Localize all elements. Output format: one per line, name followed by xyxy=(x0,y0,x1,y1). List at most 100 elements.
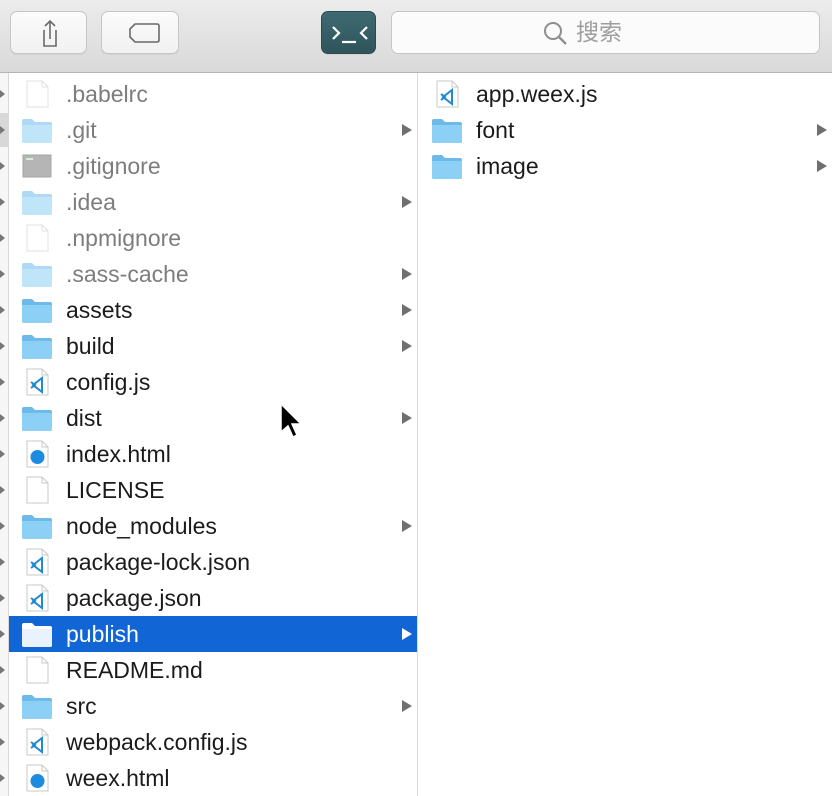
file-row[interactable]: .npmignore xyxy=(9,220,417,256)
document-icon xyxy=(26,224,49,252)
tags-button[interactable] xyxy=(101,11,179,54)
file-row[interactable]: app.weex.js xyxy=(419,76,832,112)
vscode-file-icon xyxy=(26,584,49,612)
previous-column-arrow-icon xyxy=(0,630,5,638)
folder-row[interactable]: node_modules xyxy=(9,508,417,544)
item-name: src xyxy=(66,693,97,719)
folder-icon xyxy=(432,119,462,143)
folder-icon xyxy=(22,299,52,323)
column-project: .babelrc .git .gitignore .idea .npmignore .sa… xyxy=(9,73,418,796)
disclosure-arrow-icon xyxy=(402,520,412,532)
terminal-button[interactable] xyxy=(321,11,376,54)
disclosure-arrow-icon xyxy=(402,196,412,208)
search-placeholder: 搜索 xyxy=(576,20,622,46)
file-row[interactable]: index.html xyxy=(9,436,417,472)
vscode-file-icon xyxy=(26,728,49,756)
item-name: .gitignore xyxy=(66,153,161,179)
folder-icon xyxy=(22,623,52,647)
item-name: build xyxy=(66,333,115,359)
folder-row[interactable]: .sass-cache xyxy=(9,256,417,292)
disclosure-arrow-icon xyxy=(402,700,412,712)
folder-icon xyxy=(22,695,52,719)
folder-row[interactable]: assets xyxy=(9,292,417,328)
file-row[interactable]: .babelrc xyxy=(9,76,417,112)
folder-row[interactable]: dist xyxy=(9,400,417,436)
file-row[interactable]: weex.html xyxy=(9,760,417,796)
item-name: .sass-cache xyxy=(66,261,189,287)
previous-column-arrow-icon xyxy=(0,558,5,566)
item-name: image xyxy=(476,153,539,179)
item-name: .git xyxy=(66,117,97,143)
item-name: README.md xyxy=(66,657,203,683)
column-publish: app.weex.js font image xyxy=(419,73,832,796)
item-name: .npmignore xyxy=(66,225,182,251)
tag-icon xyxy=(129,23,160,43)
search-field[interactable]: 搜索 xyxy=(391,11,820,54)
folder-icon xyxy=(22,263,52,287)
previous-column-arrow-icon xyxy=(0,234,5,242)
file-row[interactable]: webpack.config.js xyxy=(9,724,417,760)
previous-column-arrow-icon xyxy=(0,306,5,314)
folder-icon xyxy=(22,191,52,215)
folder-icon xyxy=(22,335,52,359)
item-name: dist xyxy=(66,405,102,431)
document-icon xyxy=(26,476,49,504)
vscode-file-icon xyxy=(26,548,49,576)
previous-column-arrow-icon xyxy=(0,450,5,458)
disclosure-arrow-icon xyxy=(402,124,412,136)
previous-column-arrow-icon xyxy=(0,342,5,350)
item-name: config.js xyxy=(66,369,151,395)
folder-row[interactable]: image xyxy=(419,148,832,184)
folder-icon xyxy=(432,155,462,179)
item-name: package-lock.json xyxy=(66,549,251,575)
item-name: webpack.config.js xyxy=(66,729,248,755)
folder-row[interactable]: build xyxy=(9,328,417,364)
item-name: assets xyxy=(66,297,133,323)
previous-column-arrow-icon xyxy=(0,738,5,746)
item-name: package.json xyxy=(66,585,202,611)
document-icon xyxy=(26,656,49,684)
disclosure-arrow-icon xyxy=(402,340,412,352)
file-row[interactable]: package.json xyxy=(9,580,417,616)
html-file-icon xyxy=(26,440,49,468)
mouse-cursor xyxy=(280,402,303,439)
folder-row[interactable]: font xyxy=(419,112,832,148)
file-row[interactable]: package-lock.json xyxy=(9,544,417,580)
folder-icon xyxy=(22,119,52,143)
previous-column-arrow-icon xyxy=(0,378,5,386)
folder-row[interactable]: publish xyxy=(9,616,417,652)
item-name: font xyxy=(476,117,515,143)
previous-column-arrow-icon xyxy=(0,666,5,674)
item-name: publish xyxy=(66,621,139,647)
terminal-icon xyxy=(332,26,368,44)
folder-icon xyxy=(22,407,52,431)
folder-row[interactable]: src xyxy=(9,688,417,724)
item-name: node_modules xyxy=(66,513,217,539)
file-row[interactable]: .gitignore xyxy=(9,148,417,184)
disclosure-arrow-icon xyxy=(402,412,412,424)
finder-toolbar: 搜索 xyxy=(0,0,832,73)
item-name: index.html xyxy=(66,441,171,467)
previous-column-arrow-icon xyxy=(0,486,5,494)
previous-column-arrow-icon xyxy=(0,198,5,206)
folder-row[interactable]: .idea xyxy=(9,184,417,220)
previous-column-arrow-icon xyxy=(0,774,5,782)
search-icon xyxy=(544,22,567,45)
file-row[interactable]: LICENSE xyxy=(9,472,417,508)
share-icon xyxy=(43,19,57,47)
previous-column-arrow-icon xyxy=(0,90,5,98)
previous-column-edge[interactable] xyxy=(0,73,9,796)
folder-row[interactable]: .git xyxy=(9,112,417,148)
previous-column-arrow-icon xyxy=(0,414,5,422)
previous-column-arrow-icon xyxy=(0,522,5,530)
document-icon xyxy=(26,80,49,108)
previous-column-arrow-icon xyxy=(0,594,5,602)
disclosure-arrow-icon xyxy=(402,304,412,316)
disclosure-arrow-icon xyxy=(402,268,412,280)
vscode-file-icon xyxy=(26,368,49,396)
file-row[interactable]: config.js xyxy=(9,364,417,400)
share-button[interactable] xyxy=(10,11,87,54)
text-file-icon xyxy=(22,154,52,178)
file-row[interactable]: README.md xyxy=(9,652,417,688)
item-name: LICENSE xyxy=(66,477,165,503)
